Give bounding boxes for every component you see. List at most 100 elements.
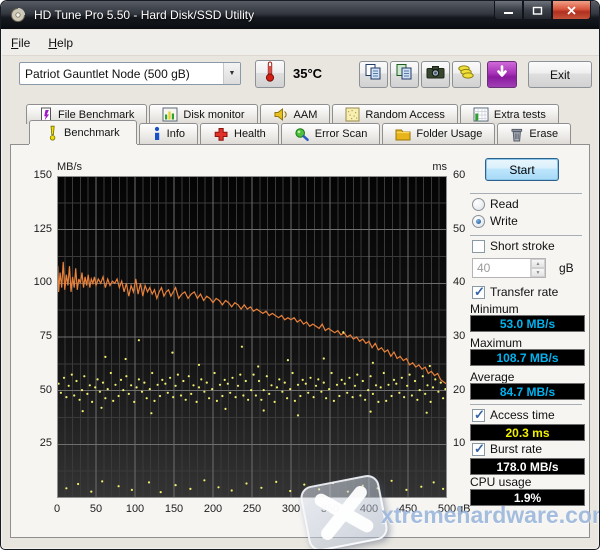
toolbar: Patriot Gauntlet Node (500 gB) ▼ 35°C Ex… — [1, 57, 599, 99]
copy-image-button[interactable] — [390, 61, 419, 88]
x-axis-tick: 100 — [125, 503, 145, 515]
short-stroke-label: Short stroke — [490, 239, 555, 253]
write-option[interactable]: Write — [472, 214, 518, 228]
short-stroke-value: 40 — [477, 261, 491, 275]
x-axis-tick: 200 — [203, 503, 223, 515]
right-axis-tick: 40 — [453, 276, 466, 289]
tab-extra-tests[interactable]: Extra tests — [459, 104, 559, 124]
right-axis-unit-label: ms — [432, 161, 447, 173]
donate-coins-icon — [457, 64, 476, 86]
short-stroke-option[interactable]: Short stroke — [472, 239, 555, 253]
left-axis-tick: 125 — [33, 222, 52, 235]
x-axis-tick: 450 — [398, 503, 418, 515]
x-axis-tick: 400 — [359, 503, 379, 515]
tab-aam[interactable]: AAM — [259, 104, 331, 124]
health-icon — [213, 127, 229, 142]
transfer-rate-label: Transfer rate — [490, 285, 559, 299]
minimize-button[interactable] — [494, 1, 523, 20]
read-radio[interactable] — [472, 197, 485, 211]
spinner-down-icon[interactable]: ▼ — [531, 268, 545, 277]
disk-monitor-icon — [162, 107, 178, 122]
tab-label: Info — [166, 128, 185, 140]
title-bar[interactable]: HD Tune Pro 5.50 - Hard Disk/SSD Utility — [1, 1, 599, 29]
tab-label: Error Scan — [314, 128, 368, 140]
app-icon — [10, 7, 26, 23]
tab-erase[interactable]: Erase — [497, 123, 572, 144]
burst-rate-value-box: 178.0 MB/s — [470, 458, 585, 475]
extra-tests-icon — [473, 107, 489, 122]
exit-button-label: Exit — [549, 67, 570, 82]
tab-label: File Benchmark — [58, 108, 135, 121]
chevron-down-icon: ▼ — [223, 63, 240, 84]
short-stroke-checkbox[interactable] — [472, 239, 485, 253]
update-button[interactable] — [487, 61, 517, 88]
random-access-icon — [345, 107, 360, 122]
right-axis-tick: 50 — [453, 222, 466, 235]
spinner-up-icon[interactable]: ▲ — [531, 259, 545, 268]
menu-item-file[interactable]: File — [2, 32, 39, 54]
tab-label: Extra tests — [493, 108, 546, 121]
temperature-button[interactable] — [255, 60, 285, 88]
tab-benchmark[interactable]: Benchmark — [29, 120, 137, 144]
drive-select-dropdown[interactable]: Patriot Gauntlet Node (500 gB) ▼ — [19, 62, 241, 85]
tab-folder-usage[interactable]: Folder Usage — [382, 123, 496, 144]
tab-label: Benchmark — [64, 126, 120, 139]
write-label: Write — [490, 214, 518, 228]
right-axis-tick: 60 — [453, 169, 466, 181]
start-button[interactable]: Start — [485, 158, 559, 181]
thermometer-icon — [264, 60, 276, 88]
tab-info[interactable]: Info — [138, 123, 198, 144]
x-axis-unit-label: gB — [457, 503, 471, 515]
tab-disk-monitor[interactable]: Disk monitor — [149, 104, 258, 124]
copy-text-button[interactable] — [359, 61, 388, 88]
folder-icon — [395, 127, 411, 141]
screenshot-camera-icon — [426, 64, 445, 86]
tab-random-access[interactable]: Random Access — [332, 104, 458, 124]
menu-item-help[interactable]: Help — [39, 32, 82, 54]
write-radio[interactable] — [472, 214, 485, 228]
left-axis-tick: 75 — [39, 330, 52, 342]
copy-image-icon — [395, 63, 414, 86]
burst-rate-checkbox[interactable] — [472, 441, 485, 457]
transfer-rate-checkbox[interactable] — [472, 284, 485, 300]
maximize-button[interactable] — [523, 1, 552, 20]
right-axis-tick: 30 — [453, 330, 466, 342]
screenshot-camera-button[interactable] — [421, 61, 450, 88]
maximum-value-box: 108.7 MB/s — [470, 349, 585, 366]
exit-button[interactable]: Exit — [528, 61, 592, 88]
left-axis-tick: 100 — [33, 276, 52, 289]
minimum-value-box: 53.0 MB/s — [470, 315, 585, 332]
left-axis-unit-label: MB/s — [57, 161, 83, 173]
tab-error-scan[interactable]: Error Scan — [280, 123, 381, 144]
short-stroke-unit-label: gB — [559, 261, 574, 275]
left-axis-tick: 150 — [33, 169, 52, 181]
burst-rate-option[interactable]: Burst rate — [472, 441, 542, 457]
donate-coins-button[interactable] — [452, 61, 481, 88]
tab-label: Random Access — [365, 108, 445, 121]
left-axis-tick: 25 — [39, 437, 52, 450]
x-axis-tick: 150 — [164, 503, 184, 515]
right-axis-tick: 10 — [453, 437, 466, 450]
speaker-icon — [273, 107, 289, 122]
x-axis-tick: 0 — [53, 503, 61, 515]
transfer-rate-option[interactable]: Transfer rate — [472, 284, 559, 300]
error-scan-icon — [294, 127, 310, 142]
benchmark-tab-page: 150 125 100 75 50 25 60 50 40 30 20 10 0 50 100 150 200 2… — [10, 144, 590, 538]
tab-label: Disk monitor — [183, 108, 245, 121]
tab-label: AAM — [293, 108, 318, 121]
access-time-checkbox[interactable] — [472, 407, 485, 423]
window-title: HD Tune Pro 5.50 - Hard Disk/SSD Utility — [34, 8, 255, 22]
left-axis-tick: 50 — [39, 383, 52, 396]
tab-health[interactable]: Health — [200, 123, 279, 144]
x-axis-tick: 50 — [89, 503, 103, 515]
close-button[interactable] — [552, 1, 591, 20]
x-axis-tick: 300 — [281, 503, 301, 515]
tab-label: Erase — [529, 128, 559, 140]
short-stroke-size-spinner[interactable]: 40 ▲ ▼ — [472, 258, 546, 278]
info-icon — [152, 126, 162, 142]
access-time-option[interactable]: Access time — [472, 407, 555, 423]
read-option[interactable]: Read — [472, 197, 519, 211]
temperature-value: 35°C — [293, 66, 323, 81]
separator — [470, 404, 582, 405]
benchmark-icon — [46, 125, 59, 141]
